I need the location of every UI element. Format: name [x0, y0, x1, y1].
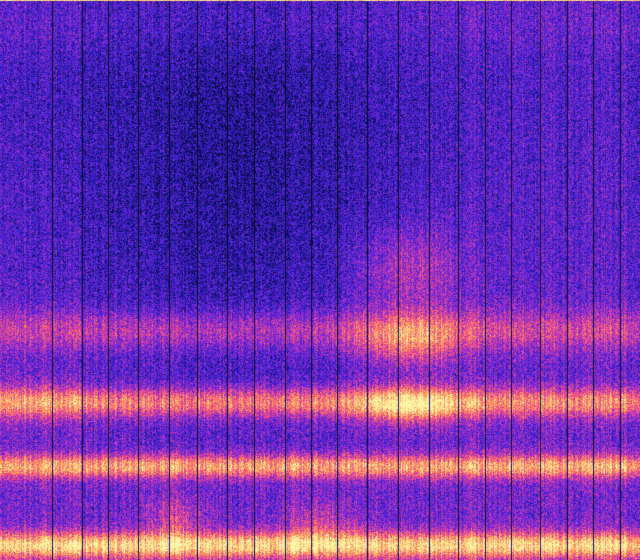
spectrogram-view	[0, 0, 640, 560]
spectrogram-heatmap	[0, 0, 640, 560]
